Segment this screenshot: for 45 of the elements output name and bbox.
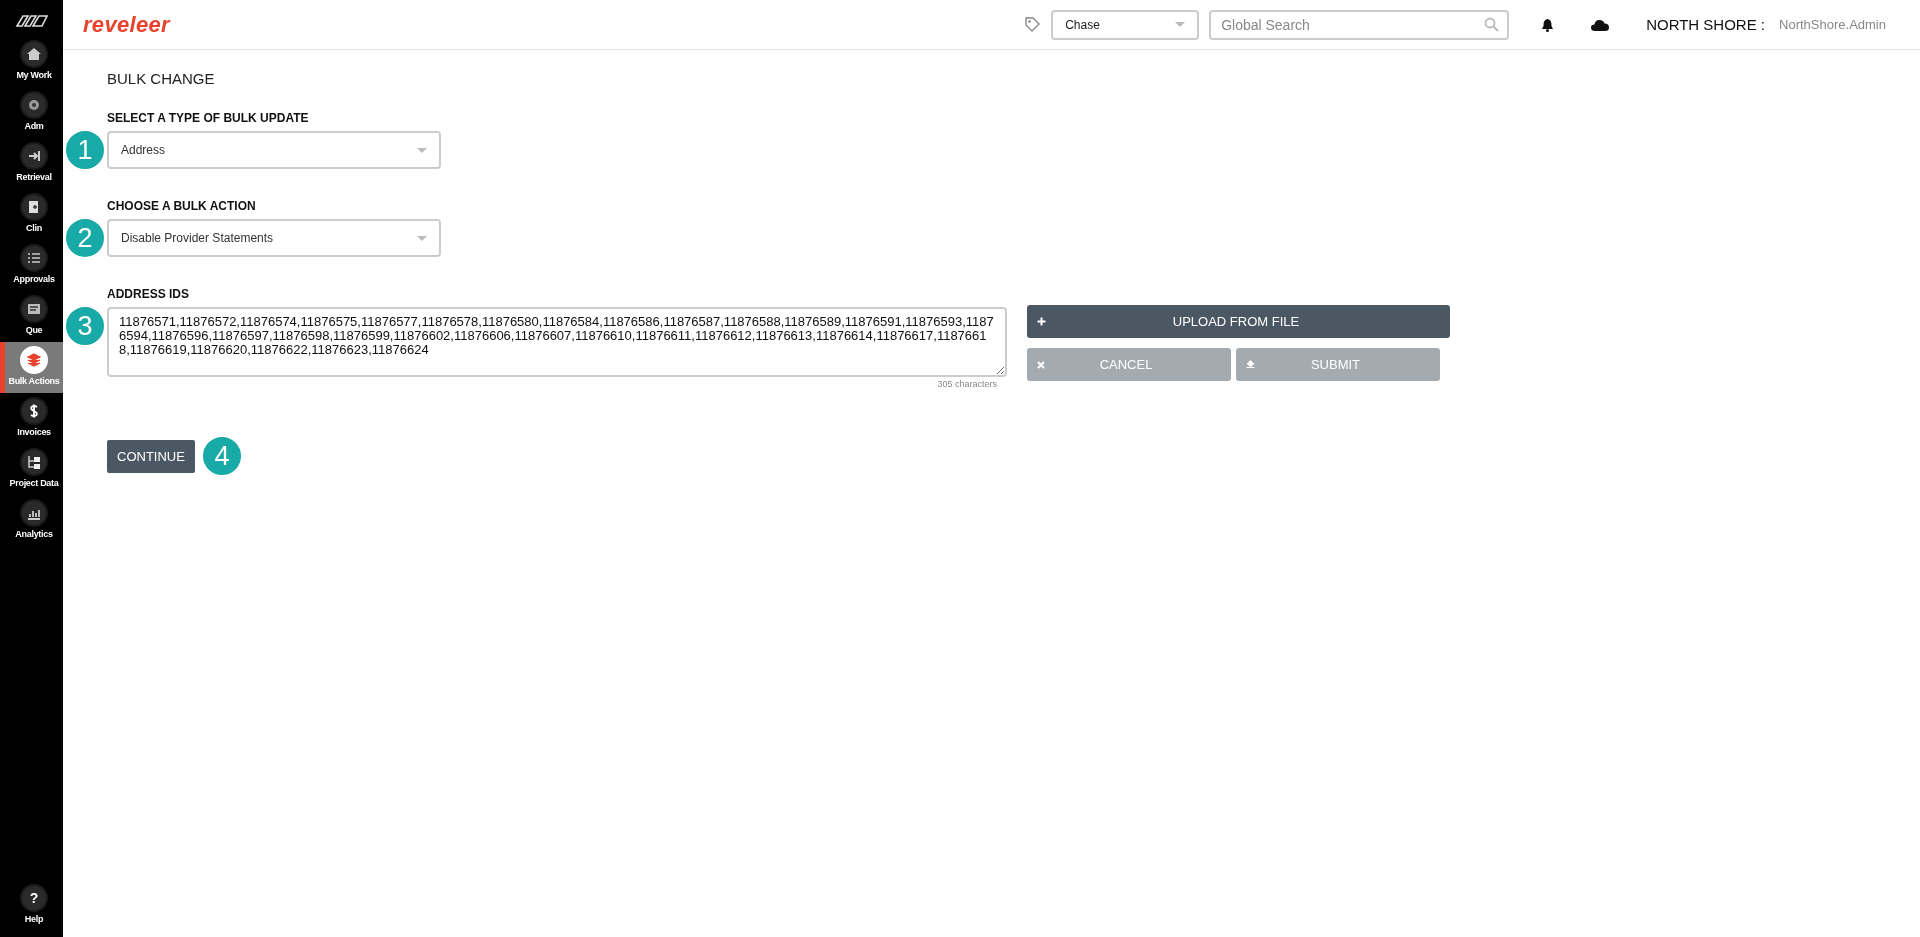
help-link[interactable]: ? Help xyxy=(0,880,63,931)
address-ids-field[interactable]: 11876571,11876572,11876574,11876575,11876577,11876578,11876580,11876584,11876586,11876587,11876588,11876589,11876591,11876593,11876594,11876596,11876597,11876598,11876599,11876602,11876606,11876607,11876610,11876611,11876612,11876613,11876614,11876617,11876618,11876619,11876620,11876622,11876623,11876624 xyxy=(107,307,1007,377)
user-name: NorthShore.Admin xyxy=(1779,17,1886,32)
signin-icon xyxy=(26,148,42,164)
step-badge: 1 xyxy=(64,129,106,171)
tag-icon xyxy=(1024,16,1042,33)
tree-icon xyxy=(26,454,42,470)
field-label: ADDRESS IDS xyxy=(107,287,190,301)
bell-icon[interactable] xyxy=(1541,17,1555,32)
bulk-action-select[interactable]: Disable Provider Statements xyxy=(107,219,441,257)
upload-icon xyxy=(1246,360,1255,369)
lines-icon xyxy=(26,301,42,317)
update-type-select[interactable]: Address xyxy=(107,131,441,169)
brand-logo: reveleer xyxy=(83,11,170,38)
nav-item[interactable]: Approvals xyxy=(0,240,63,291)
plus-icon xyxy=(1037,317,1046,326)
upload-button[interactable]: UPLOAD FROM FILE xyxy=(1027,305,1450,338)
nav-item[interactable]: Retrieval xyxy=(0,138,63,189)
page-title: BULK CHANGE xyxy=(107,70,216,87)
step-badge: 4 xyxy=(200,435,243,477)
field-label: SELECT A TYPE OF BULK UPDATE xyxy=(107,111,310,125)
nav-item[interactable]: Que xyxy=(0,291,63,342)
layers-icon xyxy=(26,352,42,368)
home-icon xyxy=(26,46,42,62)
nav-item[interactable]: Bulk Actions xyxy=(0,342,63,393)
step-badge: 2 xyxy=(64,217,106,259)
nav-item[interactable]: My Work xyxy=(0,36,63,87)
close-icon xyxy=(1037,360,1045,369)
nav-item[interactable]: Adm xyxy=(0,87,63,138)
gear-icon xyxy=(26,97,42,113)
character-count: 305 characters xyxy=(937,379,997,389)
nav-item[interactable]: Analytics xyxy=(0,495,63,546)
field-label: CHOOSE A BULK ACTION xyxy=(107,199,257,213)
search-icon xyxy=(1484,16,1500,32)
nav-item[interactable]: Project Data xyxy=(0,444,63,495)
organization-name: NORTH SHORE : xyxy=(1646,16,1766,33)
logo-icon xyxy=(14,14,49,28)
continue-button[interactable]: CONTINUE xyxy=(107,439,195,473)
nav-item[interactable]: Clin xyxy=(0,189,63,240)
project-select[interactable]: Chase xyxy=(1051,9,1200,40)
nav-item[interactable]: Invoices xyxy=(0,393,63,444)
search-field[interactable]: Global Search xyxy=(1209,9,1510,40)
step-badge: 3 xyxy=(64,305,106,347)
list-icon xyxy=(26,250,42,266)
cloud-icon[interactable] xyxy=(1590,17,1611,32)
